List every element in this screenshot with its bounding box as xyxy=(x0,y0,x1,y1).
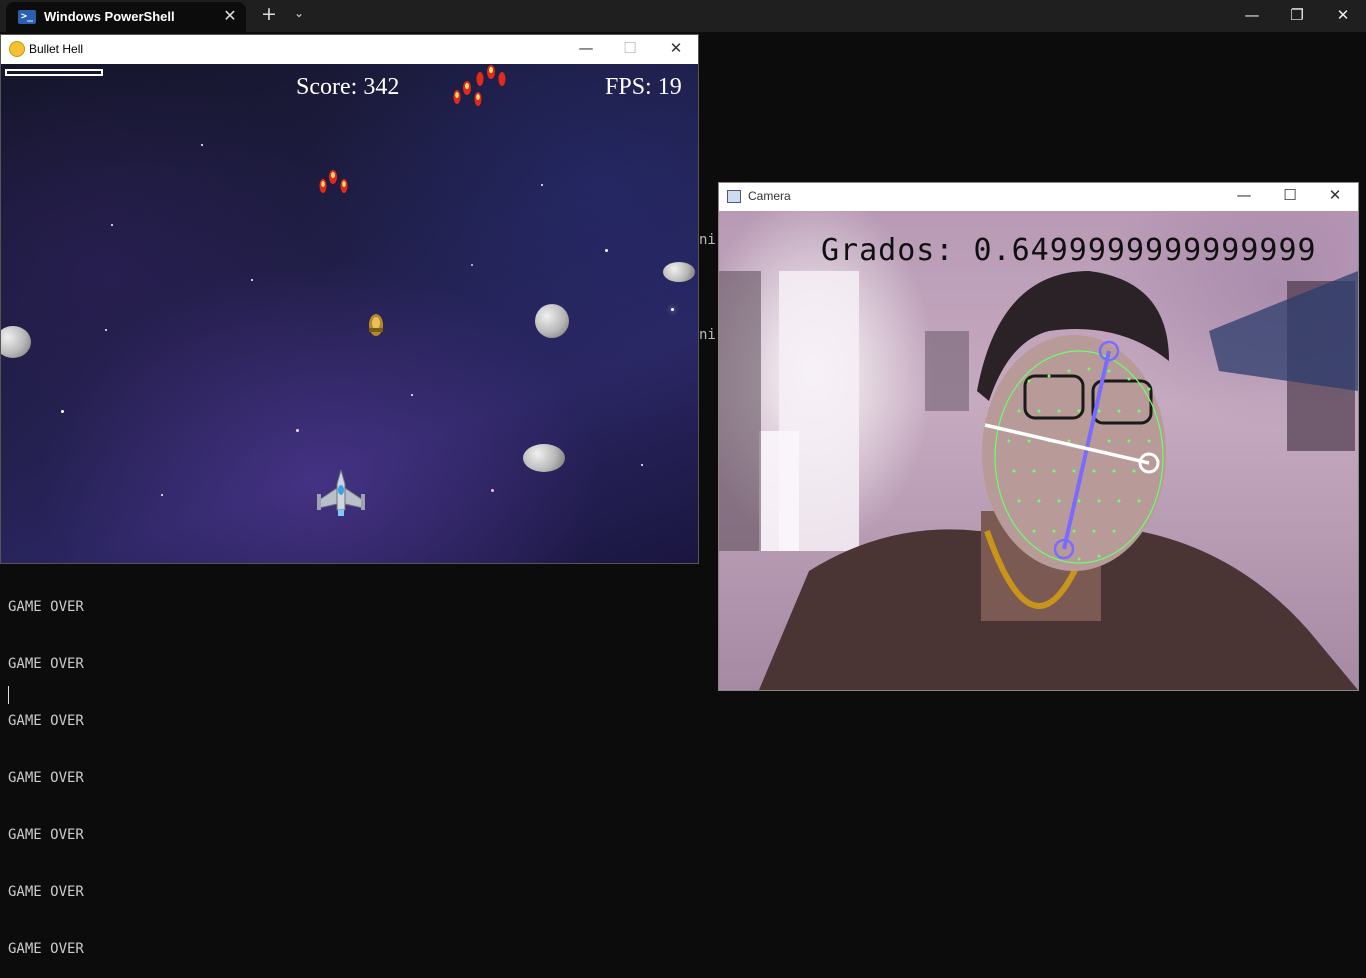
game-window-title: Bullet Hell xyxy=(29,42,84,56)
minimize-icon[interactable]: — xyxy=(571,39,601,57)
enemy-bullets-icon xyxy=(453,65,506,106)
minimize-icon[interactable]: — xyxy=(1229,186,1259,204)
maximize-icon[interactable]: ☐ xyxy=(1275,186,1305,204)
star xyxy=(641,464,643,466)
camera-window-titlebar[interactable]: Camera — ☐ ✕ xyxy=(719,183,1358,211)
output-line: GAME OVER xyxy=(8,941,84,957)
camera-scene xyxy=(719,271,1358,690)
star xyxy=(471,264,473,266)
minimize-icon[interactable]: — xyxy=(1237,6,1267,24)
star xyxy=(296,429,299,432)
camera-window[interactable]: Camera — ☐ ✕ Grados: 0.6499999999999999 xyxy=(718,182,1359,691)
tab-close-icon[interactable]: ✕ xyxy=(220,6,240,25)
fps-label: FPS: 19 xyxy=(605,74,682,100)
output-line: GAME OVER xyxy=(8,770,84,786)
chevron-down-icon[interactable]: ⌄ xyxy=(290,6,308,20)
star xyxy=(671,308,674,311)
game-canvas[interactable]: Score: 342 FPS: 19 xyxy=(1,64,698,563)
star xyxy=(105,329,107,331)
asteroid xyxy=(663,262,695,282)
game-window[interactable]: Bullet Hell — ☐ ✕ Score: 342 FPS: 19 xyxy=(0,34,699,564)
close-icon[interactable]: ✕ xyxy=(1320,186,1350,204)
asteroid xyxy=(523,444,565,472)
star xyxy=(491,489,494,492)
score-label: Score: 342 xyxy=(296,74,400,100)
star xyxy=(161,494,163,496)
output-line: GAME OVER xyxy=(8,656,84,672)
grados-overlay-text: Grados: 0.6499999999999999 xyxy=(821,233,1317,268)
python-icon xyxy=(9,41,25,57)
terminal-cursor[interactable] xyxy=(8,686,9,704)
star xyxy=(541,184,543,186)
camera-window-icon xyxy=(727,190,741,203)
output-line: GAME OVER xyxy=(8,599,84,615)
star xyxy=(605,249,608,252)
maximize-icon: ☐ xyxy=(623,39,637,57)
new-tab-icon[interactable]: + xyxy=(258,3,280,25)
terminal-titlebar: >_ Windows PowerShell ✕ + ⌄ — ❐ ✕ xyxy=(0,0,1366,32)
powershell-icon: >_ xyxy=(18,10,36,24)
enemy-bullets-icon xyxy=(319,170,348,193)
tab-title: Windows PowerShell xyxy=(44,9,175,24)
terminal-text-fragment: ni xyxy=(699,232,716,248)
asteroid xyxy=(1,326,31,358)
output-line: GAME OVER xyxy=(8,884,84,900)
player-ship-icon[interactable] xyxy=(315,470,367,518)
close-icon[interactable]: ✕ xyxy=(1328,6,1358,24)
star xyxy=(201,144,203,146)
star xyxy=(111,224,113,226)
star xyxy=(251,279,253,281)
asteroid xyxy=(535,304,569,338)
restore-icon[interactable]: ❐ xyxy=(1282,6,1312,24)
health-bar xyxy=(5,69,103,76)
terminal-output: GAME OVER GAME OVER GAME OVER GAME OVER … xyxy=(8,560,84,978)
game-window-titlebar[interactable]: Bullet Hell — ☐ ✕ xyxy=(1,35,698,64)
close-icon[interactable]: ✕ xyxy=(661,39,691,57)
terminal-text-fragment: ni xyxy=(699,327,716,343)
tab-windows-powershell[interactable]: >_ Windows PowerShell ✕ xyxy=(6,2,246,32)
star xyxy=(411,394,413,396)
output-line: GAME OVER xyxy=(8,713,84,729)
enemy-ship-icon xyxy=(369,314,383,336)
star xyxy=(61,410,64,413)
camera-window-title: Camera xyxy=(748,189,791,203)
output-line: GAME OVER xyxy=(8,827,84,843)
camera-feed: Grados: 0.6499999999999999 xyxy=(719,211,1358,690)
